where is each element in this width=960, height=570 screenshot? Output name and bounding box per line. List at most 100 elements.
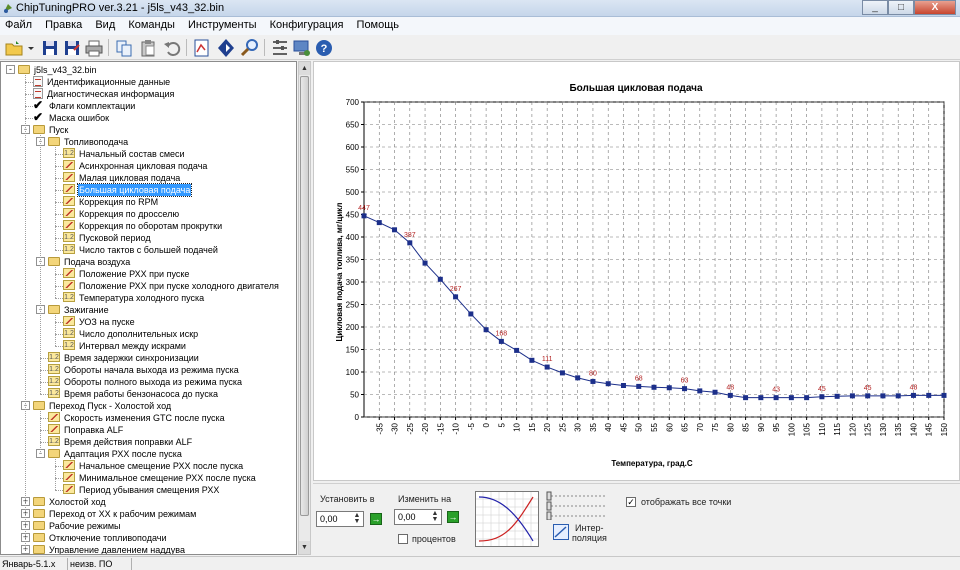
copy-icon[interactable]	[114, 38, 134, 58]
tree-item[interactable]: Малая цикловая подача	[63, 172, 181, 184]
tree-item[interactable]: Переход от ХХ к рабочим режимам	[33, 508, 197, 520]
data-point[interactable]	[361, 213, 367, 219]
tree-item[interactable]: 1.2 Интервал между искрами	[63, 340, 187, 352]
data-point[interactable]	[804, 395, 810, 401]
tree-item[interactable]: 1.2 Обороты полного выхода из режима пуск…	[48, 376, 243, 388]
tree-item[interactable]: Идентификационные данные	[33, 76, 171, 88]
menu-edit[interactable]: Правка	[40, 17, 87, 31]
menu-view[interactable]: Вид	[90, 17, 120, 31]
minimize-button[interactable]: _	[862, 0, 888, 15]
spin-arrows-icon[interactable]: ▲ ▼	[352, 512, 362, 525]
dropdown-arrow-icon[interactable]	[26, 38, 36, 58]
data-point[interactable]	[498, 338, 504, 344]
tree-item[interactable]: Адаптация РХХ после пуска	[48, 448, 183, 460]
help-icon[interactable]: ?	[314, 38, 334, 58]
data-point[interactable]	[697, 388, 703, 394]
data-point[interactable]	[682, 386, 688, 392]
fuel-chart[interactable]: Большая цикловая подача Температура, гра…	[314, 62, 959, 480]
tree-item[interactable]: Коррекция по дросселю	[63, 208, 180, 220]
interpolation-curves-icon[interactable]	[475, 491, 539, 547]
navigate-icon[interactable]	[216, 38, 236, 58]
data-point[interactable]	[910, 392, 916, 398]
tree-item[interactable]: Подача воздуха	[48, 256, 131, 268]
data-point[interactable]	[865, 393, 871, 399]
open-folder-icon[interactable]	[4, 38, 24, 58]
undo-icon[interactable]	[162, 38, 182, 58]
data-point[interactable]	[376, 220, 382, 226]
data-point[interactable]	[559, 370, 565, 376]
data-point[interactable]	[514, 347, 520, 353]
tree-item[interactable]: Отключение топливоподачи	[33, 532, 167, 544]
data-point[interactable]	[544, 364, 550, 370]
data-point[interactable]	[773, 395, 779, 401]
data-point[interactable]	[727, 392, 733, 398]
tree-item[interactable]: 1.2 Обороты начала выхода из режима пуска	[48, 364, 240, 376]
tree-item[interactable]: Топливоподача	[48, 136, 129, 148]
tree-item[interactable]: УОЗ на пуске	[63, 316, 136, 328]
tree-item[interactable]: ✔ Флаги комплектации	[33, 99, 136, 112]
maximize-button[interactable]: □	[888, 0, 914, 15]
tree-scrollbar[interactable]: ▲ ▼	[298, 61, 311, 555]
tree-item[interactable]: Период убывания смещения РХХ	[63, 484, 220, 496]
apply-change-arrow-icon[interactable]: →	[447, 511, 459, 523]
data-point[interactable]	[941, 392, 947, 398]
data-point[interactable]	[926, 392, 932, 398]
data-point[interactable]	[407, 240, 413, 246]
data-point[interactable]	[575, 375, 581, 381]
tree-item[interactable]: 1.2 Время работы бензонасоса до пуска	[48, 388, 219, 400]
close-button[interactable]: X	[914, 0, 956, 15]
percent-checkbox[interactable]	[398, 534, 408, 544]
menu-help[interactable]: Помощь	[352, 17, 405, 31]
data-point[interactable]	[895, 393, 901, 399]
apply-set-arrow-icon[interactable]: →	[370, 513, 382, 525]
show-points-checkbox[interactable]: ✓	[626, 497, 636, 507]
data-point[interactable]	[529, 357, 535, 363]
tree-item[interactable]: Коррекция по оборотам прокрутки	[63, 220, 223, 232]
tree-item[interactable]: Зажигание	[48, 304, 110, 316]
data-point[interactable]	[590, 378, 596, 384]
paste-icon[interactable]	[138, 38, 158, 58]
tree-item[interactable]: Диагностическая информация	[33, 88, 175, 100]
tools-icon[interactable]	[270, 38, 290, 58]
tree-item[interactable]: 1.2 Пусковой период	[63, 232, 152, 244]
collapse-icon[interactable]: -	[6, 65, 15, 74]
map-view-icon[interactable]	[192, 38, 212, 58]
data-point[interactable]	[620, 383, 626, 388]
tree-item[interactable]: 1.2 Время действия поправки ALF	[48, 436, 193, 448]
tree-item[interactable]: Асинхронная цикловая подача	[63, 160, 208, 172]
data-point[interactable]	[788, 395, 794, 401]
scroll-up-icon[interactable]: ▲	[299, 62, 310, 75]
data-point[interactable]	[849, 393, 855, 399]
interpolation-icon[interactable]	[553, 524, 569, 540]
data-point[interactable]	[437, 276, 443, 282]
tree-item[interactable]: 1.2 Число дополнительных искр	[63, 328, 199, 340]
parameter-tree[interactable]: - j5ls_v43_32.bin Идентификационные данные…	[0, 61, 297, 555]
tree-item[interactable]: Коррекция по RPM	[63, 196, 159, 208]
data-point[interactable]	[666, 385, 672, 391]
tree-item[interactable]: 1.2 Начальный состав смеси	[63, 148, 186, 160]
tree-item[interactable]: Переход Пуск - Холостой ход	[33, 400, 172, 412]
tree-item[interactable]: 1.2 Температура холодного пуска	[63, 292, 205, 304]
data-point[interactable]	[605, 381, 611, 387]
tree-item[interactable]: Начальное смещение РХХ после пуска	[63, 460, 244, 472]
tree-item[interactable]: Поправка ALF	[48, 424, 124, 436]
search-icon[interactable]	[240, 38, 260, 58]
tree-item[interactable]: ✔ Маска ошибок	[33, 111, 110, 124]
save-icon[interactable]	[40, 38, 60, 58]
menu-commands[interactable]: Команды	[123, 17, 180, 31]
data-point[interactable]	[453, 294, 459, 300]
tree-item[interactable]: Управление давлением наддува	[33, 544, 186, 554]
data-point[interactable]	[834, 393, 840, 399]
menu-file[interactable]: Файл	[0, 17, 37, 31]
data-point[interactable]	[483, 327, 489, 333]
tree-item[interactable]: 1.2 Время задержки синхронизации	[48, 352, 200, 364]
tree-item[interactable]: 1.2 Число тактов с большей подачей	[63, 244, 219, 256]
scroll-down-icon[interactable]: ▼	[299, 541, 310, 554]
tree-item[interactable]: Скорость изменения GTC после пуска	[48, 412, 226, 424]
change-value-input[interactable]: 0,00 ▲ ▼	[394, 509, 442, 525]
spin-arrows-icon[interactable]: ▲ ▼	[430, 510, 440, 523]
data-point[interactable]	[636, 383, 642, 389]
menu-tools[interactable]: Инструменты	[183, 17, 262, 31]
data-point[interactable]	[819, 394, 825, 400]
monitor-icon[interactable]	[292, 38, 312, 58]
